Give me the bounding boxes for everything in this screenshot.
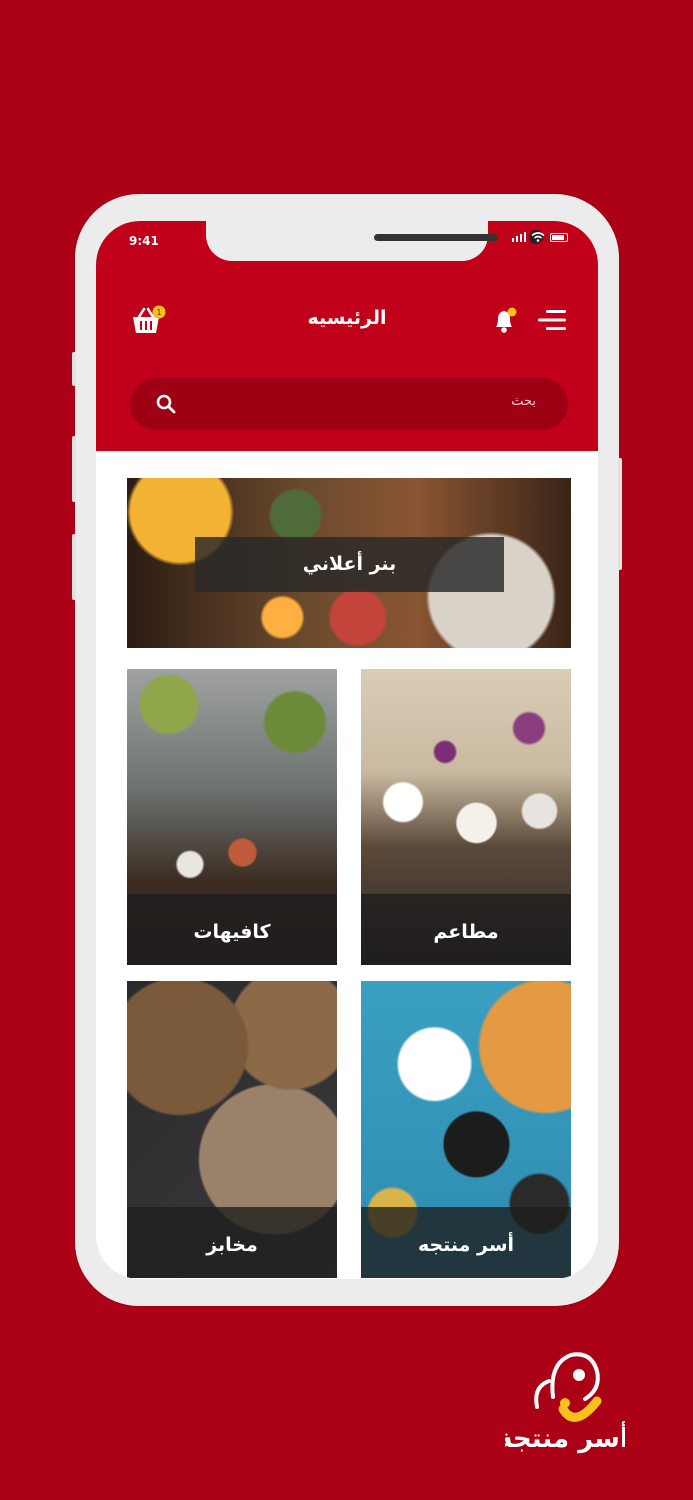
family-logo-icon: أسر منتجة: [497, 1352, 629, 1454]
menu-icon: [538, 310, 566, 330]
menu-button[interactable]: [536, 307, 568, 333]
category-label-bakeries: مخابز: [206, 1234, 258, 1256]
bell-icon: [496, 307, 517, 333]
status-time: 9:41: [129, 234, 159, 248]
speaker: [374, 234, 498, 241]
banner-label: بنر أعلاني: [302, 553, 397, 575]
category-cafes[interactable]: كافيهات: [127, 669, 337, 965]
category-label-productive-families: أسر منتجه: [417, 1234, 515, 1256]
category-bakeries[interactable]: مخابز: [127, 981, 337, 1278]
search-icon[interactable]: [154, 392, 178, 416]
battery-icon: [550, 232, 568, 242]
brand-logo-text: أسر منتجة: [505, 1421, 625, 1454]
volume-up-button: [72, 436, 76, 502]
app-screen: 9:41 1 الرئيسيه بحث بنر أعلاني مطاعم كاف…: [96, 221, 598, 1279]
page-title: الرئيسيه: [307, 307, 387, 329]
ad-banner[interactable]: بنر أعلاني: [127, 478, 571, 648]
wifi-icon: [531, 232, 545, 242]
signal-icon: [512, 232, 526, 242]
category-productive-families[interactable]: أسر منتجه: [361, 981, 571, 1278]
search-input[interactable]: بحث: [130, 378, 568, 430]
side-button: [72, 352, 76, 386]
power-button: [618, 458, 622, 570]
category-restaurants[interactable]: مطاعم: [361, 669, 571, 965]
volume-down-button: [72, 534, 76, 600]
search-placeholder: بحث: [511, 394, 536, 409]
phone-frame: 9:41 1 الرئيسيه بحث بنر أعلاني مطاعم كاف…: [72, 194, 622, 1306]
notch: [206, 221, 543, 261]
brand-logo: أسر منتجة: [497, 1345, 629, 1455]
status-icons: [512, 232, 568, 242]
category-label-restaurants: مطاعم: [433, 921, 499, 943]
app-header: 9:41 1 الرئيسيه بحث: [96, 221, 598, 451]
notifications-button[interactable]: [490, 305, 520, 335]
banner-label-box: بنر أعلاني: [195, 537, 504, 592]
category-label-cafes: كافيهات: [193, 921, 271, 943]
